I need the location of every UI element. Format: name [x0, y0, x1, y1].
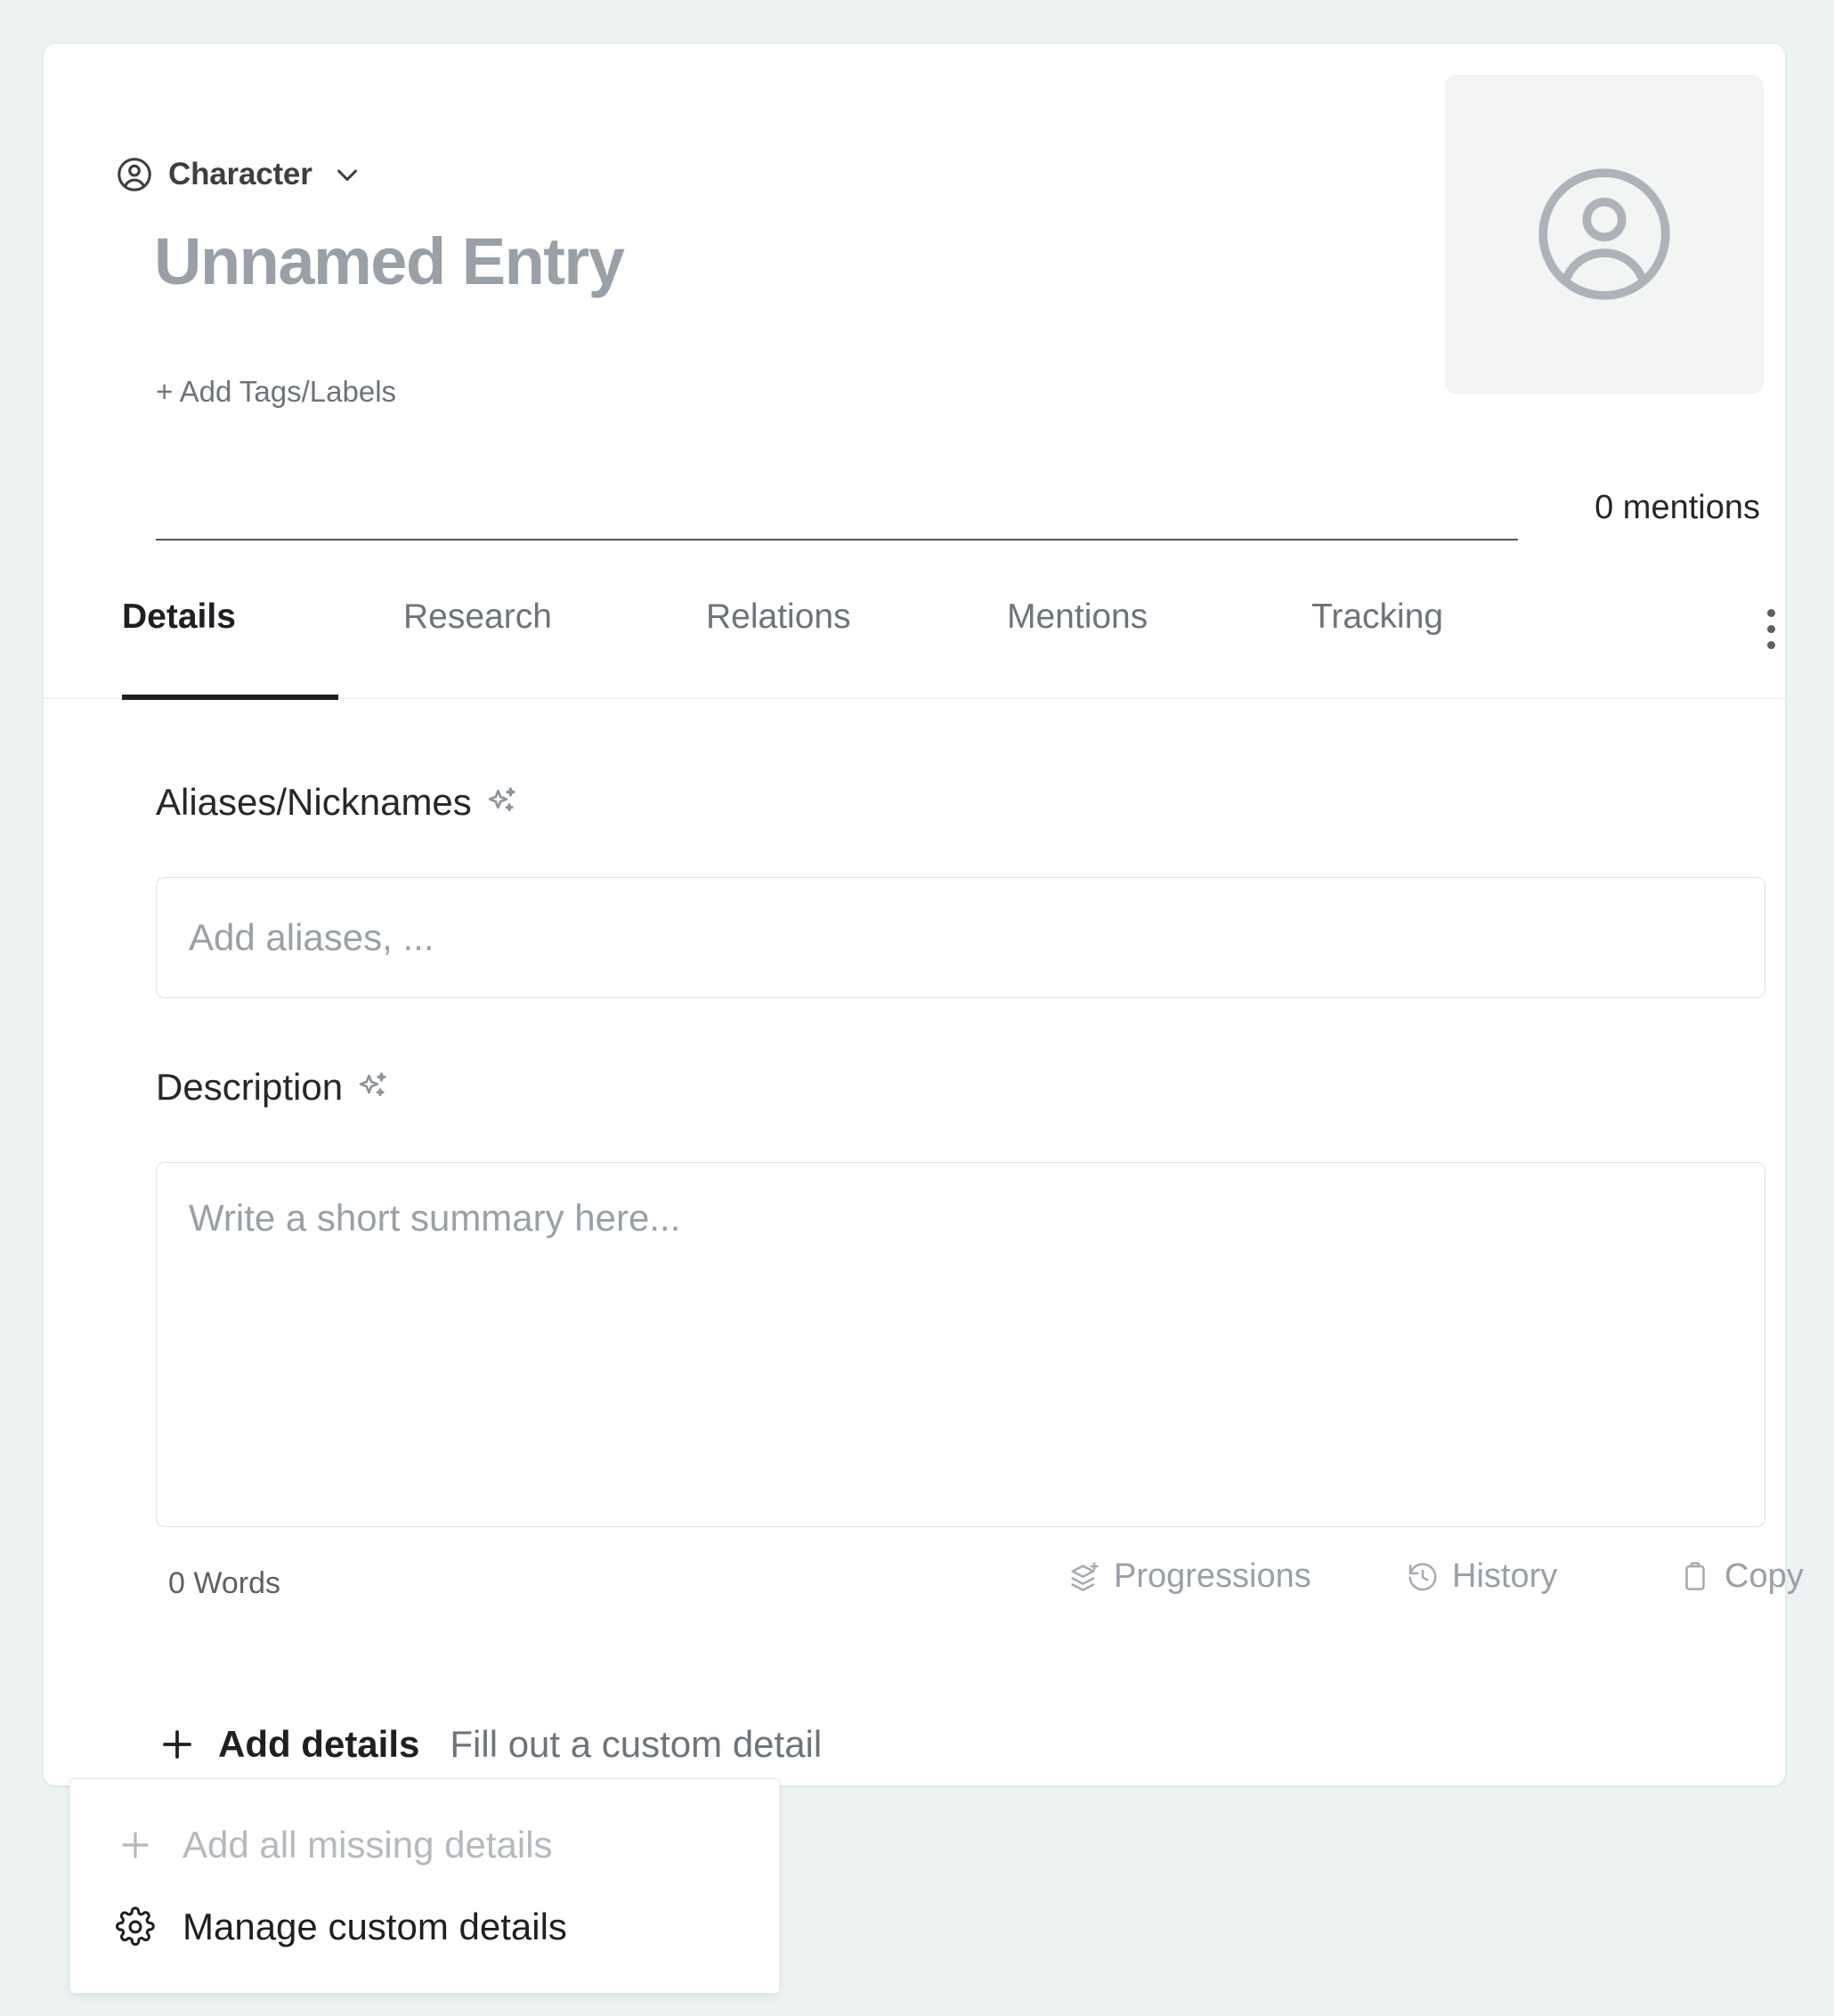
- more-vertical-icon[interactable]: [1749, 597, 1792, 660]
- tab-research[interactable]: Research: [403, 597, 552, 646]
- description-toolbar: 0 Words Progressions History Copy: [156, 1557, 1804, 1613]
- aliases-label: Aliases/Nicknames: [156, 781, 472, 823]
- copy-button[interactable]: Copy: [1678, 1557, 1804, 1596]
- sparkles-icon[interactable]: [354, 1069, 392, 1106]
- add-details-row[interactable]: Add details Fill out a custom detail: [156, 1723, 822, 1766]
- progressions-label: Progressions: [1114, 1557, 1311, 1595]
- tab-tracking[interactable]: Tracking: [1311, 597, 1443, 646]
- add-details-hint: Fill out a custom detail: [450, 1723, 823, 1765]
- active-tab-indicator: [122, 695, 338, 700]
- page-title[interactable]: Unnamed Entry: [154, 229, 625, 295]
- clipboard-icon: [1678, 1560, 1712, 1594]
- user-circle-placeholder-icon: [1528, 158, 1681, 311]
- plus-icon: [156, 1723, 199, 1766]
- entry-card: Character Unnamed Entry + Add Tags/Label…: [43, 43, 1804, 1786]
- plus-icon: [115, 1825, 156, 1866]
- copy-label: Copy: [1724, 1557, 1804, 1595]
- tab-mentions[interactable]: Mentions: [1007, 597, 1148, 646]
- user-circle-icon: [115, 155, 154, 194]
- menu-item-label: Manage custom details: [183, 1906, 567, 1947]
- entry-header: Character Unnamed Entry + Add Tags/Label…: [44, 44, 1785, 624]
- menu-item-manage-custom-details[interactable]: Manage custom details: [70, 1886, 779, 1968]
- add-details-dropdown: Add all missing details Manage custom de…: [69, 1778, 780, 1994]
- add-details-button[interactable]: Add details: [218, 1723, 419, 1766]
- history-label: History: [1452, 1557, 1558, 1595]
- progressions-button[interactable]: Progressions: [1067, 1557, 1311, 1596]
- menu-item-label: Add all missing details: [183, 1824, 553, 1866]
- tab-details[interactable]: Details: [122, 597, 236, 646]
- description-label: Description: [156, 1066, 344, 1108]
- tab-bar: Details Research Relations Mentions Trac…: [44, 578, 1785, 700]
- entry-type-label: Character: [168, 157, 312, 191]
- aliases-placeholder: Add aliases, ...: [189, 916, 434, 958]
- title-divider: [156, 539, 1518, 541]
- mentions-count: 0 mentions: [1595, 489, 1760, 526]
- tab-relations[interactable]: Relations: [706, 597, 851, 646]
- avatar[interactable]: [1445, 75, 1764, 394]
- more-dot: [1766, 608, 1775, 617]
- aliases-input[interactable]: Add aliases, ...: [156, 877, 1765, 998]
- gear-icon: [115, 1906, 156, 1947]
- more-dot: [1766, 624, 1775, 633]
- description-label-group: Description: [156, 1066, 392, 1109]
- layers-plus-icon: [1067, 1560, 1101, 1594]
- clock-rewind-icon: [1406, 1560, 1440, 1594]
- description-placeholder: Write a short summary here...: [189, 1197, 681, 1239]
- entry-type-selector[interactable]: Character: [115, 155, 364, 194]
- sparkles-icon[interactable]: [483, 784, 521, 821]
- add-tags-labels-button[interactable]: + Add Tags/Labels: [156, 375, 396, 409]
- history-button[interactable]: History: [1406, 1557, 1557, 1596]
- more-dot: [1766, 640, 1775, 649]
- description-textarea[interactable]: Write a short summary here...: [156, 1162, 1765, 1527]
- menu-item-add-all-missing-details[interactable]: Add all missing details: [70, 1804, 779, 1886]
- word-count: 0 Words: [168, 1566, 280, 1600]
- chevron-down-icon[interactable]: [330, 158, 364, 191]
- aliases-label-group: Aliases/Nicknames: [156, 781, 521, 824]
